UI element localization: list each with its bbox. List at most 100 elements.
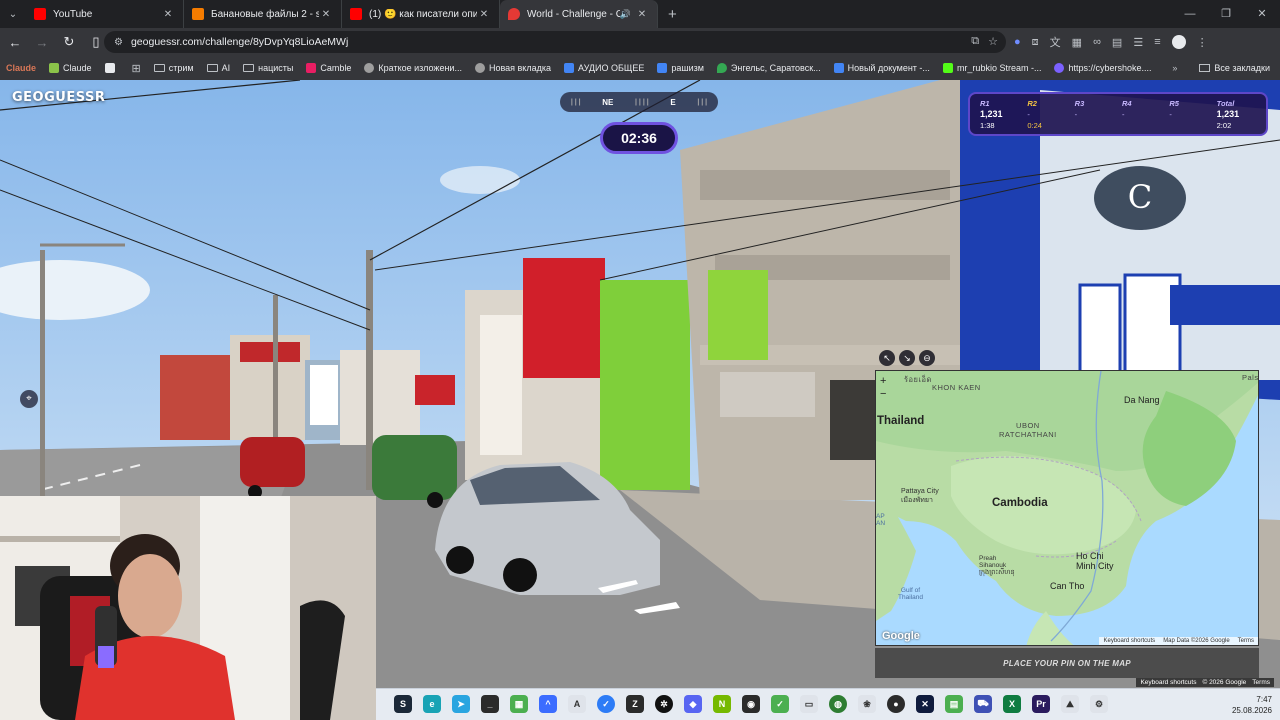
- minecraft-icon[interactable]: ▦: [510, 695, 528, 713]
- bookmark-camble[interactable]: Camble: [306, 63, 351, 73]
- sv-terms-link[interactable]: Terms: [1252, 679, 1270, 686]
- compass-e: E: [670, 97, 676, 107]
- bookmark-apps[interactable]: ⊞: [132, 62, 141, 75]
- tab-youtube[interactable]: YouTube ✕: [26, 0, 184, 28]
- cross-app-icon[interactable]: ✕: [916, 695, 934, 713]
- globe-app-icon[interactable]: ◍: [829, 695, 847, 713]
- bookmark-folder-nazis[interactable]: нацисты: [243, 63, 293, 73]
- site-info-icon[interactable]: ⚙: [114, 37, 123, 48]
- map-keyboard-shortcuts[interactable]: Keyboard shortcuts: [1103, 638, 1155, 644]
- return-to-start-icon[interactable]: ⌖: [20, 390, 38, 408]
- flower-icon[interactable]: ❀: [858, 695, 876, 713]
- bookmark-audio[interactable]: АУДИО ОБЩЕЕ: [564, 63, 644, 73]
- taskbar-icons: S e ➤ _ ▦ ^ A ✓ Z ✲ ◆ N ◉ ✓ ▭ ◍ ❀ ● ✕ ▤ …: [394, 695, 1108, 713]
- forward-icon[interactable]: →: [30, 35, 54, 50]
- geoguessr-logo[interactable]: GEOGUESSR: [12, 90, 105, 105]
- arc-icon[interactable]: ^: [539, 695, 557, 713]
- close-icon[interactable]: ✕: [161, 9, 175, 20]
- zed-icon[interactable]: Z: [626, 695, 644, 713]
- tab-bananovye[interactable]: Банановые файлы 2 - sansgot... ✕: [184, 0, 342, 28]
- premiere-icon[interactable]: Pr: [1032, 695, 1050, 713]
- all-bookmarks-button[interactable]: Все закладки: [1214, 63, 1270, 73]
- link-icon[interactable]: ∞: [1093, 36, 1101, 48]
- round-time: 2:02: [1216, 121, 1232, 130]
- bookmark-claude-2[interactable]: Claude: [49, 63, 92, 73]
- bookmark-new-tab[interactable]: Новая вкладка: [474, 63, 551, 73]
- guess-map[interactable]: + − ร้อยเอ็ด KHON KAEN Thailand UBON RAT…: [875, 370, 1259, 646]
- minimize-icon[interactable]: —: [1172, 0, 1208, 28]
- extensions-icon[interactable]: ⧈: [1032, 36, 1039, 49]
- compass[interactable]: | | | NE | | | | E | | |: [560, 92, 718, 112]
- bookmark-label: АУДИО ОБЩЕЕ: [578, 63, 645, 73]
- check-icon[interactable]: ✓: [597, 695, 615, 713]
- tab-title: (1) 🙂 как писатели описывали: [369, 8, 477, 20]
- terminal-icon[interactable]: _: [481, 695, 499, 713]
- close-icon[interactable]: ✕: [477, 9, 491, 20]
- round-time: 0:24: [1027, 121, 1042, 130]
- url-text: geoguessr.com/challenge/8yDvpYq8LioAeMWj: [130, 36, 349, 48]
- bookmark-claude[interactable]: Claude: [6, 63, 36, 73]
- bookmark-folder-stream[interactable]: стрим: [153, 63, 194, 73]
- bookmark-cybershoke[interactable]: https://cybershoke....: [1054, 63, 1152, 73]
- bookmark-kick[interactable]: mr_rubkio Stream -...: [942, 63, 1041, 73]
- settings-icon[interactable]: ⚙: [1090, 695, 1108, 713]
- obsidian-icon[interactable]: ◆: [684, 695, 702, 713]
- menu-icon[interactable]: ⋮: [1197, 36, 1208, 49]
- map-label: Preah Sihanouk ក្រុងព្រះសីហនុ: [979, 555, 1015, 576]
- steam-icon[interactable]: S: [394, 695, 412, 713]
- bookmark-engels[interactable]: Энгельс, Саратовск...: [716, 63, 821, 73]
- calendar-icon[interactable]: ▤: [1112, 36, 1122, 49]
- zoom-in-icon[interactable]: +: [880, 375, 886, 388]
- bookmark-star-icon[interactable]: ☆: [988, 35, 998, 48]
- translate-icon[interactable]: 文: [1050, 34, 1061, 50]
- expand-map-icon[interactable]: ↖: [879, 350, 895, 366]
- image-viewer-icon[interactable]: ⛰: [1061, 695, 1079, 713]
- tab-geoguessr[interactable]: World - Challenge - GeoGu 🔊 ✕: [500, 0, 658, 28]
- nvidia-icon[interactable]: N: [713, 695, 731, 713]
- place-pin-button[interactable]: PLACE YOUR PIN ON THE MAP: [875, 648, 1259, 678]
- obs-icon[interactable]: ◉: [742, 695, 760, 713]
- close-window-icon[interactable]: ✕: [1244, 0, 1280, 28]
- address-bar[interactable]: ⚙ geoguessr.com/challenge/8yDvpYq8LioAeM…: [104, 31, 1006, 53]
- close-icon[interactable]: ✕: [319, 9, 333, 20]
- map-terms-link[interactable]: Terms: [1238, 638, 1254, 644]
- car-icon[interactable]: ⛟: [974, 695, 992, 713]
- excel-icon[interactable]: X: [1003, 695, 1021, 713]
- grid-icon[interactable]: ▦: [1072, 36, 1082, 49]
- sv-keyboard-shortcuts[interactable]: Keyboard shortcuts: [1140, 679, 1196, 686]
- downloads-icon[interactable]: ≡: [1154, 36, 1160, 48]
- bookmark-summary[interactable]: Краткое изложени...: [364, 63, 462, 73]
- record-icon[interactable]: ●: [887, 695, 905, 713]
- extension-icon[interactable]: ●: [1014, 36, 1021, 48]
- app-a-icon[interactable]: A: [568, 695, 586, 713]
- round-points: -: [1027, 110, 1030, 119]
- reload-icon[interactable]: ↻: [57, 34, 81, 50]
- new-tab-button[interactable]: +: [668, 6, 677, 23]
- reading-list-icon[interactable]: ☰: [1133, 36, 1143, 49]
- telegram-icon[interactable]: ➤: [452, 695, 470, 713]
- restore-icon[interactable]: ❐: [1208, 0, 1244, 28]
- bookmark-rashizm[interactable]: рашизм: [657, 63, 704, 73]
- system-clock[interactable]: 7:47 25.08.2026: [1232, 694, 1272, 716]
- notes-icon[interactable]: ▤: [945, 695, 963, 713]
- shrink-map-icon[interactable]: ↘: [899, 350, 915, 366]
- bookmark-new-doc[interactable]: Новый документ -...: [833, 63, 930, 73]
- bookmark-blank[interactable]: [104, 63, 119, 73]
- bookmark-folder-ai[interactable]: AI: [206, 63, 230, 73]
- leaf-icon[interactable]: ✓: [771, 695, 789, 713]
- folder-app-icon[interactable]: ▭: [800, 695, 818, 713]
- bookmark-label: стрим: [168, 63, 194, 73]
- speaker-icon[interactable]: 🔊: [620, 9, 631, 20]
- zoom-out-icon[interactable]: −: [880, 388, 886, 401]
- tab-youtube-video[interactable]: (1) 🙂 как писатели описывали ✕: [342, 0, 500, 28]
- tab-search-icon[interactable]: ⌄: [0, 0, 26, 28]
- edge-icon[interactable]: e: [423, 695, 441, 713]
- cast-icon[interactable]: ⧉: [971, 35, 979, 48]
- bookmarks-more-icon[interactable]: »: [1172, 63, 1177, 73]
- close-icon[interactable]: ✕: [635, 9, 649, 20]
- openai-icon[interactable]: ✲: [655, 695, 673, 713]
- back-icon[interactable]: ←: [3, 35, 27, 50]
- avatar[interactable]: [1171, 35, 1186, 49]
- sv-copyright: © 2026 Google: [1202, 679, 1247, 686]
- pin-map-icon[interactable]: ⊖: [919, 350, 935, 366]
